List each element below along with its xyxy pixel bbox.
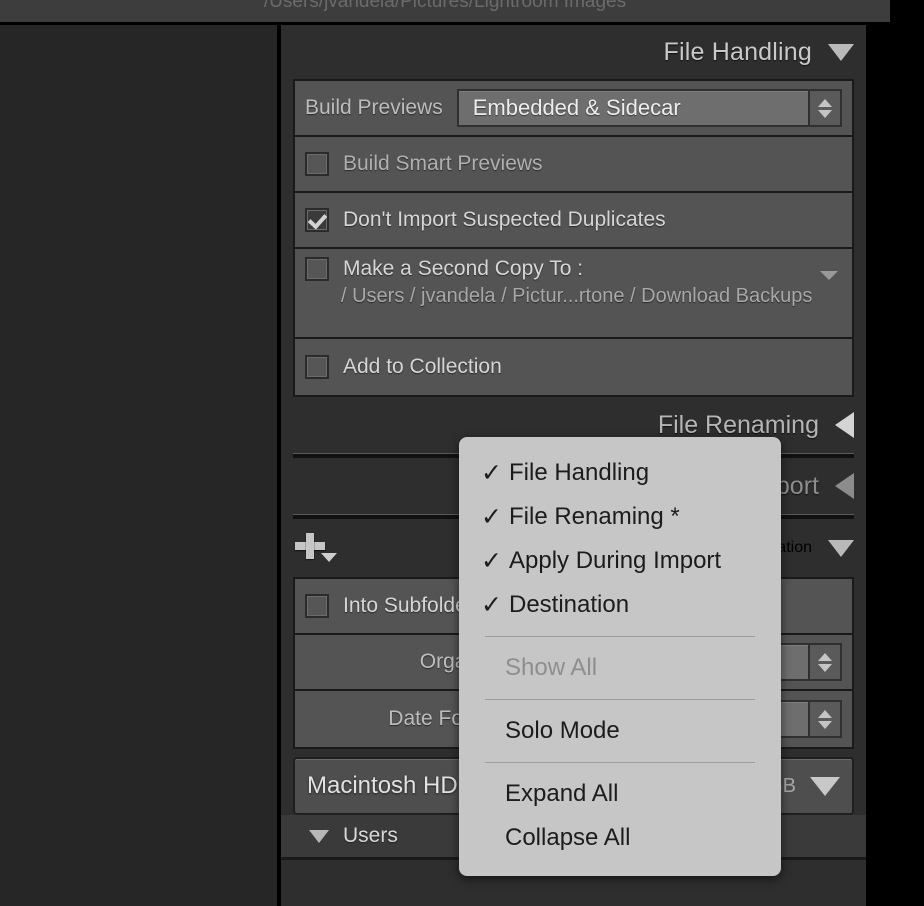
menu-separator [485, 762, 755, 763]
triangle-down-icon[interactable] [810, 776, 840, 796]
menu-separator [485, 699, 755, 700]
menu-item-show-all: Show All [459, 646, 781, 690]
menu-item-file-renaming[interactable]: ✓ File Renaming * [459, 495, 781, 539]
label-add-to-collection: Add to Collection [343, 355, 502, 378]
menu-item-apply-during-import[interactable]: ✓ Apply During Import [459, 539, 781, 583]
menu-item-collapse-all[interactable]: Collapse All [459, 816, 781, 860]
breadcrumb: /Users/jvandela/Pictures/Lightroom Image… [263, 0, 627, 12]
row-add-to-collection[interactable]: Add to Collection [295, 339, 852, 395]
checkbox-dont-import-duplicates[interactable] [305, 208, 329, 232]
build-previews-dropdown[interactable]: Embedded & Sidecar [456, 89, 842, 127]
menu-item-file-handling[interactable]: ✓ File Handling [459, 451, 781, 495]
file-handling-rows: Build Previews Embedded & Sidecar Build … [293, 79, 854, 397]
menu-item-solo-mode[interactable]: Solo Mode [459, 709, 781, 753]
second-copy-path[interactable]: / Users / jvandela / Pictur...rtone / Do… [305, 281, 842, 308]
build-previews-value: Embedded & Sidecar [472, 95, 681, 120]
label-build-previews: Build Previews [305, 96, 443, 119]
stepper-updown-icon[interactable] [808, 643, 842, 681]
panel-title-file-handling: File Handling [663, 37, 812, 66]
stepper-updown-icon[interactable] [808, 89, 842, 127]
menu-item-label: Expand All [505, 780, 619, 807]
row-build-smart-previews[interactable]: Build Smart Previews [295, 137, 852, 193]
check-icon: ✓ [481, 591, 502, 619]
stepper-updown-icon[interactable] [808, 700, 842, 738]
check-icon: ✓ [481, 459, 502, 487]
menu-item-label: Destination [509, 591, 630, 618]
menu-item-label: Show All [505, 654, 598, 681]
menu-item-expand-all[interactable]: Expand All [459, 772, 781, 816]
menu-item-label: File Renaming * [509, 503, 680, 530]
triangle-left-icon[interactable] [835, 473, 854, 499]
row-make-second-copy[interactable]: Make a Second Copy To : / Users / jvande… [295, 249, 852, 339]
label-make-second-copy: Make a Second Copy To : [343, 257, 584, 280]
menu-item-label: Solo Mode [505, 717, 620, 744]
plus-with-chevron-icon[interactable] [295, 531, 339, 567]
label-build-smart-previews: Build Smart Previews [343, 152, 543, 175]
triangle-left-icon[interactable] [835, 412, 854, 438]
checkbox-build-smart-previews[interactable] [305, 152, 329, 176]
tree-item-label: Users [343, 824, 398, 847]
check-icon: ✓ [481, 547, 502, 575]
triangle-down-small-icon[interactable] [820, 271, 838, 280]
menu-item-destination[interactable]: ✓ Destination [459, 583, 781, 627]
menu-item-label: Collapse All [505, 824, 631, 851]
lightroom-import-window: /Users/jvandela/Pictures/Lightroom Image… [0, 0, 924, 906]
menu-separator [485, 636, 755, 637]
label-into-subfolder: Into Subfolder [343, 594, 474, 617]
checkbox-into-subfolder[interactable] [305, 594, 329, 618]
label-dont-import-duplicates: Don't Import Suspected Duplicates [343, 208, 666, 231]
row-dont-import-duplicates[interactable]: Don't Import Suspected Duplicates [295, 193, 852, 249]
preview-pane [0, 25, 281, 906]
check-icon: ✓ [481, 503, 502, 531]
triangle-down-icon[interactable] [828, 43, 854, 61]
menu-item-label: Apply During Import [509, 547, 722, 574]
triangle-down-icon[interactable] [828, 539, 854, 557]
checkbox-add-to-collection[interactable] [305, 355, 329, 379]
checkbox-make-second-copy[interactable] [305, 257, 329, 281]
panel-header-file-handling[interactable]: File Handling [281, 25, 866, 79]
panel-context-menu: ✓ File Handling ✓ File Renaming * ✓ Appl… [459, 437, 781, 876]
triangle-down-icon[interactable] [309, 829, 329, 843]
breadcrumb-strip: /Users/jvandela/Pictures/Lightroom Image… [0, 0, 890, 22]
row-build-previews: Build Previews Embedded & Sidecar [295, 81, 852, 137]
panel-title-file-renaming: File Renaming [657, 410, 819, 439]
menu-item-label: File Handling [509, 459, 650, 486]
